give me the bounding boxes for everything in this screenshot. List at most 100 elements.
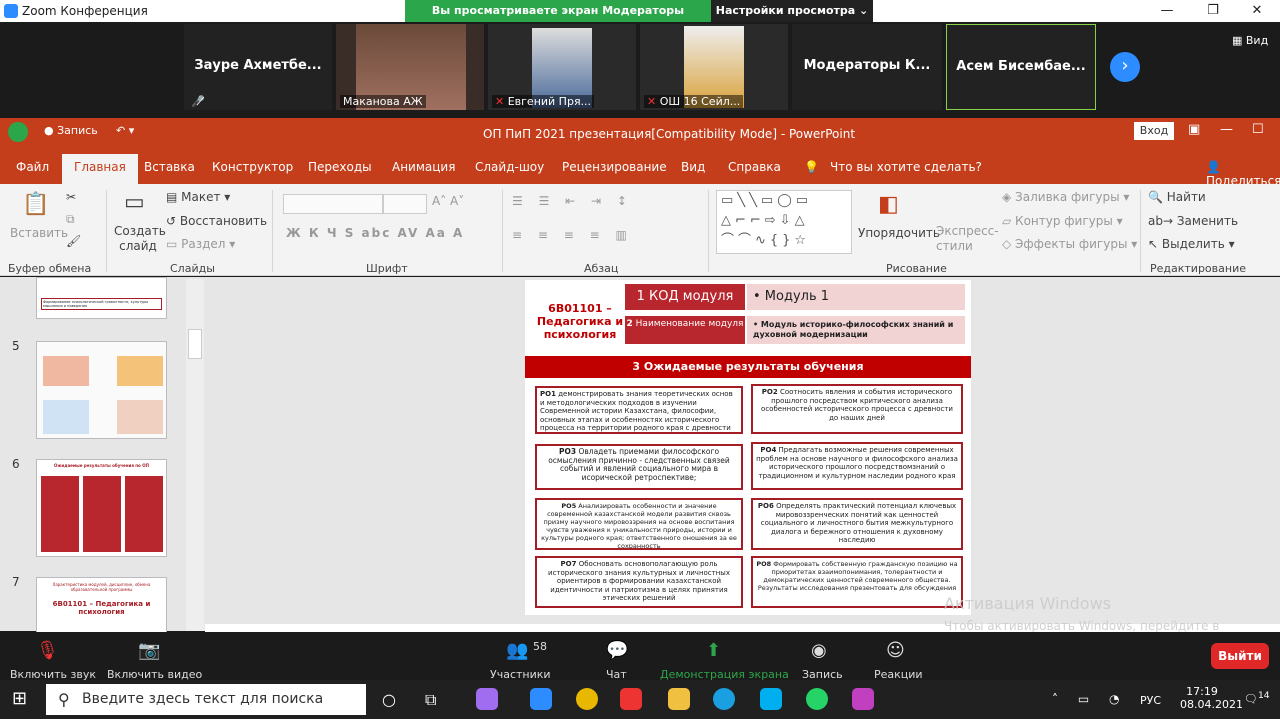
chat-icon[interactable]: 💬 — [606, 640, 628, 661]
tell-me-input[interactable]: Что вы хотите сделать? — [830, 160, 982, 174]
thumbnail-scrollbar[interactable] — [186, 279, 204, 631]
lightbulb-icon: 💡 — [804, 160, 819, 174]
slide-thumbnails-pane: Формирование психологической грамотности… — [0, 277, 205, 637]
find-button[interactable]: 🔍 Найти — [1148, 190, 1206, 204]
app-icon[interactable] — [476, 688, 498, 710]
format-painter-icon[interactable]: 🖌 — [66, 234, 81, 248]
chrome-icon[interactable] — [576, 688, 598, 710]
view-button[interactable]: ▦ Вид — [1232, 34, 1268, 47]
leave-button[interactable]: Выйти — [1211, 643, 1269, 669]
participant-tile-active[interactable]: Асем Бисембае... — [946, 24, 1096, 110]
group-editing: Редактирование — [1150, 262, 1246, 275]
video-off-icon[interactable]: 📷 — [138, 640, 160, 661]
tab-design[interactable]: Конструктор — [212, 160, 293, 174]
participant-tile[interactable]: ✕ ОШ 16 Сейл... — [640, 24, 788, 110]
align-buttons[interactable]: ≡ ≡ ≡ ≡ ▥ — [512, 228, 633, 242]
list-buttons[interactable]: ☰ ☰ ⇤ ⇥ ↕ — [512, 194, 633, 208]
arrange-icon[interactable]: ◧ — [878, 192, 899, 217]
skype-icon[interactable] — [760, 688, 782, 710]
clock[interactable]: 17:19 08.04.2021 — [1180, 685, 1243, 711]
ppt-minimize-icon[interactable]: — — [1220, 122, 1233, 137]
arrange-button[interactable]: Упорядочить — [858, 226, 940, 240]
new-slide-icon[interactable]: ▭ — [124, 190, 145, 215]
tab-view[interactable]: Вид — [681, 160, 705, 174]
layout-button[interactable]: ▤ Макет ▾ — [166, 190, 230, 204]
tab-insert[interactable]: Вставка — [144, 160, 195, 174]
slide-number: 5 — [12, 339, 20, 353]
group-font: Шрифт — [366, 262, 408, 275]
slide-number: 7 — [12, 575, 20, 589]
shapes-gallery[interactable]: ▭╲╲▭◯▭ △⌐⌐⇨⇩△ ⌒⌒∿{}☆ — [716, 190, 852, 254]
font-size-select[interactable] — [383, 194, 427, 214]
next-page-icon[interactable]: › — [1110, 52, 1140, 82]
slide-thumbnail[interactable]: Характеристика модулей, дисциплин, обмен… — [36, 577, 167, 637]
reset-button[interactable]: ↺ Восстановить — [166, 214, 267, 228]
app-icon[interactable] — [852, 688, 874, 710]
zoom-app-icon[interactable] — [530, 688, 552, 710]
ribbon-display-icon[interactable]: ▣ — [1188, 122, 1200, 137]
slide-thumbnail[interactable] — [36, 341, 167, 439]
minimize-icon[interactable]: — — [1144, 0, 1190, 22]
group-drawing: Рисование — [886, 262, 947, 275]
font-name-select[interactable] — [283, 194, 383, 214]
slide-canvas[interactable]: 6B01101 – Педагогика и психология 1 КОД … — [525, 280, 971, 615]
mic-off-icon: ✕ — [647, 95, 657, 108]
slide-thumbnail[interactable]: Формирование психологической грамотности… — [36, 277, 167, 319]
quick-styles-button[interactable]: Экспресс-стили — [936, 224, 999, 254]
paste-button[interactable]: Вставить — [10, 226, 68, 240]
edge-icon[interactable] — [713, 688, 735, 710]
windows-start-icon[interactable]: ⊞ — [12, 688, 27, 709]
tab-help[interactable]: Справка — [728, 160, 781, 174]
shape-effects-button[interactable]: ◇ Эффекты фигуры ▾ — [1002, 237, 1137, 251]
select-button[interactable]: ↖ Выделить ▾ — [1148, 237, 1235, 251]
undo-icon[interactable]: ↶ ▾ — [116, 124, 134, 137]
clock-time: 17:19 — [1186, 685, 1218, 698]
tab-slideshow[interactable]: Слайд-шоу — [475, 160, 544, 174]
font-grow-icon[interactable]: A˄ A˅ — [432, 194, 464, 208]
record-icon[interactable]: ◉ — [811, 640, 827, 661]
cortana-icon[interactable]: ○ — [382, 690, 396, 709]
tab-file[interactable]: Файл — [16, 160, 49, 174]
reactions-icon[interactable]: ☺ — [886, 640, 905, 661]
close-icon[interactable]: ✕ — [1234, 0, 1280, 22]
copy-icon[interactable]: ⧉ — [66, 212, 75, 227]
task-view-icon[interactable]: ⧉ — [425, 690, 436, 710]
language-indicator[interactable]: РУС — [1140, 694, 1161, 707]
folder-icon[interactable] — [668, 688, 690, 710]
paste-icon[interactable]: 📋 — [22, 192, 49, 217]
whatsapp-icon[interactable] — [806, 688, 828, 710]
mic-off-icon[interactable]: 🎙 — [36, 640, 59, 661]
replace-button[interactable]: ab→ Заменить — [1148, 214, 1238, 228]
mic-off-icon: ✕ — [495, 95, 505, 108]
participant-tile[interactable]: Зауре Ахметбе... 🎤̸ — [184, 24, 332, 110]
participant-label: ✕ Евгений Пря... — [492, 95, 595, 108]
share-screen-icon[interactable]: ⬆ — [706, 640, 721, 661]
new-slide-button[interactable]: Создать слайд — [114, 224, 166, 254]
taskbar-search-input[interactable]: Введите здесь текст для поиска — [46, 684, 366, 715]
tab-animation[interactable]: Анимация — [392, 160, 455, 174]
shape-outline-button[interactable]: ▱ Контур фигуры ▾ — [1002, 214, 1123, 228]
notifications-icon[interactable]: 🗨14 — [1244, 690, 1270, 706]
ppt-maximize-icon[interactable]: ☐ — [1252, 122, 1264, 137]
login-button[interactable]: Вход — [1134, 122, 1174, 140]
slide-thumbnail[interactable]: Ожидаемые результаты обучения по ОП — [36, 459, 167, 557]
participant-tile[interactable]: Маканова АЖ — [336, 24, 484, 110]
tab-transitions[interactable]: Переходы — [308, 160, 372, 174]
shape-fill-button[interactable]: ◈ Заливка фигуры ▾ — [1002, 190, 1129, 204]
tab-review[interactable]: Рецензирование — [562, 160, 667, 174]
yandex-icon[interactable] — [620, 688, 642, 710]
maximize-icon[interactable]: ❐ — [1190, 0, 1236, 22]
participants-icon[interactable]: 👥 — [506, 640, 528, 661]
outcome-box: РО6 Определять практический потенциал кл… — [751, 498, 963, 550]
record-indicator[interactable]: ● Запись — [44, 124, 98, 137]
tray-icons[interactable]: ˄ ▭ ◔ — [1052, 692, 1127, 706]
participant-tile[interactable]: ✕ Евгений Пря... — [488, 24, 636, 110]
participant-name: Асем Бисембае... — [956, 59, 1086, 74]
outcome-box: РО2 Соотносить явления и события историч… — [751, 384, 963, 434]
cut-icon[interactable]: ✂ — [66, 190, 76, 204]
participant-tile[interactable]: Модераторы К... — [792, 24, 942, 110]
section-button[interactable]: ▭ Раздел ▾ — [166, 237, 235, 251]
font-format-buttons[interactable]: Ж К Ч S abc AV Aa A — [286, 226, 464, 240]
view-options-button[interactable]: Настройки просмотра ⌄ — [711, 0, 873, 22]
tab-home[interactable]: Главная — [62, 154, 138, 184]
